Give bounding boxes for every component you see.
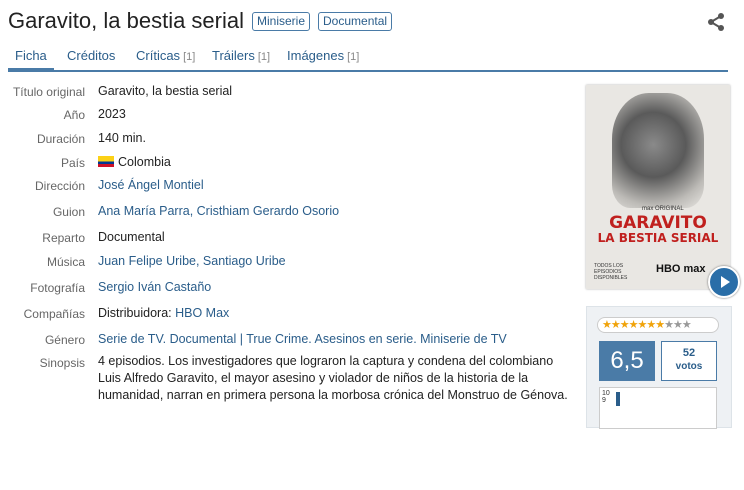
companias-prefix: Distribuidora: <box>98 306 172 320</box>
votes-count[interactable]: 52 votos <box>661 341 717 381</box>
label-genero: Género <box>44 333 85 347</box>
value-duracion: 140 min. <box>98 131 146 145</box>
label-fotografia: Fotografía <box>30 281 85 295</box>
tab-imagenes[interactable]: Imágenes [1] <box>287 48 359 63</box>
star-icon[interactable]: ★ <box>620 319 630 331</box>
synopsis-text: 4 episodios. Los investigadores que logr… <box>98 354 568 402</box>
tag-documental[interactable]: Documental <box>318 11 393 31</box>
label-guion: Guion <box>52 205 85 219</box>
value-pais: Colombia <box>98 155 171 169</box>
tab-criticas[interactable]: Críticas [1] <box>136 48 195 63</box>
label-duracion: Duración <box>36 132 85 146</box>
label-titulo-original: Título original <box>12 85 85 99</box>
link-fotografia[interactable]: Sergio Iván Castaño <box>98 280 211 294</box>
rating-histogram: 10 9 <box>599 387 717 429</box>
tab-label: Tráilers <box>212 48 255 63</box>
poster-max-tag: max ORIGINAL <box>642 206 684 212</box>
star-icon[interactable]: ★ <box>682 319 692 331</box>
label-sinopsis: Sinopsis <box>39 356 85 370</box>
tab-ficha[interactable]: Ficha <box>8 48 54 71</box>
value-titulo-original: Garavito, la bestia serial <box>98 84 233 98</box>
tab-label: Ficha <box>15 48 47 63</box>
page-title: Garavito, la bestia serial <box>8 8 244 33</box>
poster-subtitle: LA BESTIA SERIAL <box>597 231 719 245</box>
share-icon[interactable] <box>706 12 726 32</box>
tab-trailers[interactable]: Tráilers [1] <box>212 48 270 63</box>
label-reparto: Reparto <box>42 231 85 245</box>
votes-number: 52 <box>682 347 696 359</box>
value-companias: Distribuidora: HBO Max <box>98 306 229 320</box>
label-direccion: Dirección <box>34 179 85 193</box>
votes-label: votos <box>675 361 703 372</box>
country-name: Colombia <box>118 155 171 169</box>
label-anio: Año <box>63 108 85 122</box>
rating-box: ★★★★★★★★★★ 6,5 52 votos 10 9 <box>586 306 732 429</box>
label-companias: Compañías <box>23 307 85 321</box>
tab-bar: Ficha Créditos Críticas [1] Tráilers [1] I… <box>8 44 728 72</box>
label-pais: País <box>60 156 85 170</box>
tab-label: Imágenes <box>287 48 345 63</box>
poster-portrait <box>612 93 704 208</box>
star-rating[interactable]: ★★★★★★★★★★ <box>597 317 719 333</box>
average-rating: 6,5 <box>599 341 655 381</box>
tab-count: [1] <box>257 51 271 63</box>
value-anio: 2023 <box>98 107 126 121</box>
link-musica[interactable]: Juan Felipe Uribe, Santiago Uribe <box>98 254 286 268</box>
histogram-bar <box>616 392 620 406</box>
poster-small-text: TODOS LOS EPISODIOS DISPONIBLES <box>594 263 628 281</box>
star-icon[interactable]: ★ <box>602 319 612 331</box>
link-genero[interactable]: Serie de TV. Documental | True Crime. As… <box>98 332 507 346</box>
tab-count: [1] <box>183 51 196 63</box>
star-icon[interactable]: ★ <box>611 319 621 331</box>
value-reparto: Documental <box>98 230 165 244</box>
colombia-flag-icon <box>98 156 114 167</box>
tab-count: [1] <box>347 51 360 63</box>
star-icon[interactable]: ★ <box>655 319 665 331</box>
play-trailer-icon[interactable] <box>708 266 740 298</box>
tab-label: Créditos <box>67 48 116 63</box>
poster-title: GARAVITO <box>609 213 707 233</box>
star-icon[interactable]: ★ <box>629 319 639 331</box>
label-musica: Música <box>46 255 85 269</box>
hbomax-logo: HBO max <box>656 263 706 275</box>
star-icon[interactable]: ★ <box>673 319 683 331</box>
poster-image[interactable]: max ORIGINAL GARAVITO LA BESTIA SERIAL T… <box>586 85 730 289</box>
tag-miniserie[interactable]: Miniserie <box>252 11 311 31</box>
link-distribuidora[interactable]: HBO Max <box>175 306 229 320</box>
tab-label: Críticas <box>136 48 181 63</box>
star-icon[interactable]: ★ <box>646 319 656 331</box>
tab-creditos[interactable]: Créditos <box>67 48 115 63</box>
link-guion[interactable]: Ana María Parra, Cristhiam Gerardo Osori… <box>98 204 339 218</box>
link-direccion[interactable]: José Ángel Montiel <box>98 178 204 192</box>
histogram-axis: 10 9 <box>602 390 610 404</box>
title-row: Garavito, la bestia serial Miniserie Doc… <box>8 8 393 34</box>
star-icon[interactable]: ★ <box>664 319 674 331</box>
